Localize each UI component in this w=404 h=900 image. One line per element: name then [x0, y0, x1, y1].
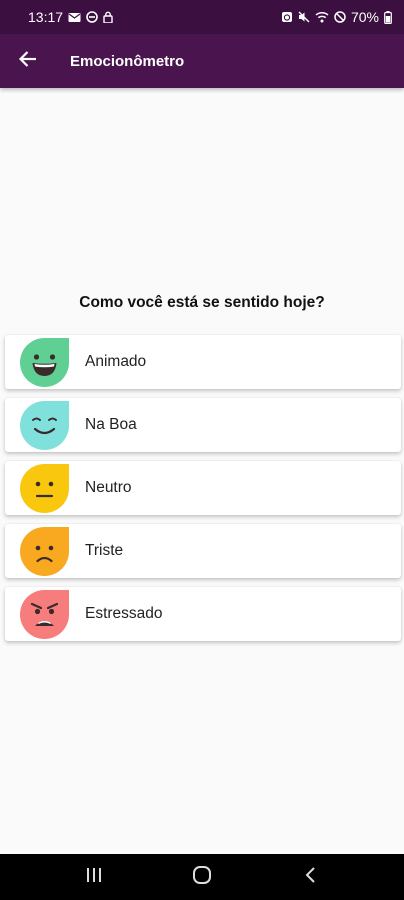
status-bar: 13:17 70% [0, 0, 404, 34]
home-icon [192, 865, 212, 890]
mute-icon [298, 11, 310, 23]
recent-apps-button[interactable] [74, 857, 114, 897]
back-button[interactable] [0, 34, 56, 88]
data-saver-icon [86, 11, 98, 23]
mood-question: Como você está se sentido hoje? [79, 294, 325, 311]
mood-option-na-boa[interactable]: Na Boa [5, 398, 401, 452]
mood-option-neutro[interactable]: Neutro [5, 461, 401, 515]
mood-list: Animado Na Boa Neutro Triste Estressado [5, 335, 401, 650]
angry-face-icon [20, 589, 69, 639]
back-icon [304, 866, 316, 889]
home-button[interactable] [182, 857, 222, 897]
status-time: 13:17 [28, 9, 64, 25]
lock-icon [103, 11, 113, 23]
wifi-icon [315, 11, 329, 23]
system-nav-bar [0, 854, 404, 900]
status-left: 13:17 [28, 9, 113, 25]
smile-face-icon [20, 400, 69, 450]
neutral-face-icon [20, 463, 69, 513]
mood-option-triste[interactable]: Triste [5, 524, 401, 578]
page-title: Emocionômetro [70, 52, 185, 70]
mood-option-estressado[interactable]: Estressado [5, 587, 401, 641]
laugh-face-icon [20, 337, 69, 387]
mood-label: Animado [85, 353, 147, 370]
alarm-icon [281, 11, 293, 23]
status-right: 70% [281, 9, 392, 25]
mood-label: Triste [85, 542, 124, 559]
nav-back-button[interactable] [290, 857, 330, 897]
arrow-left-icon [18, 50, 38, 73]
message-icon [68, 12, 81, 23]
sad-face-icon [20, 526, 69, 576]
battery-icon [384, 10, 392, 24]
mood-label: Na Boa [85, 416, 137, 433]
do-not-disturb-icon [334, 11, 346, 23]
mood-label: Neutro [85, 479, 132, 496]
status-battery-text: 70% [350, 9, 379, 25]
mood-option-animado[interactable]: Animado [5, 335, 401, 389]
mood-label: Estressado [85, 605, 163, 622]
app-bar: Emocionômetro [0, 34, 404, 88]
recent-apps-icon [85, 867, 103, 888]
